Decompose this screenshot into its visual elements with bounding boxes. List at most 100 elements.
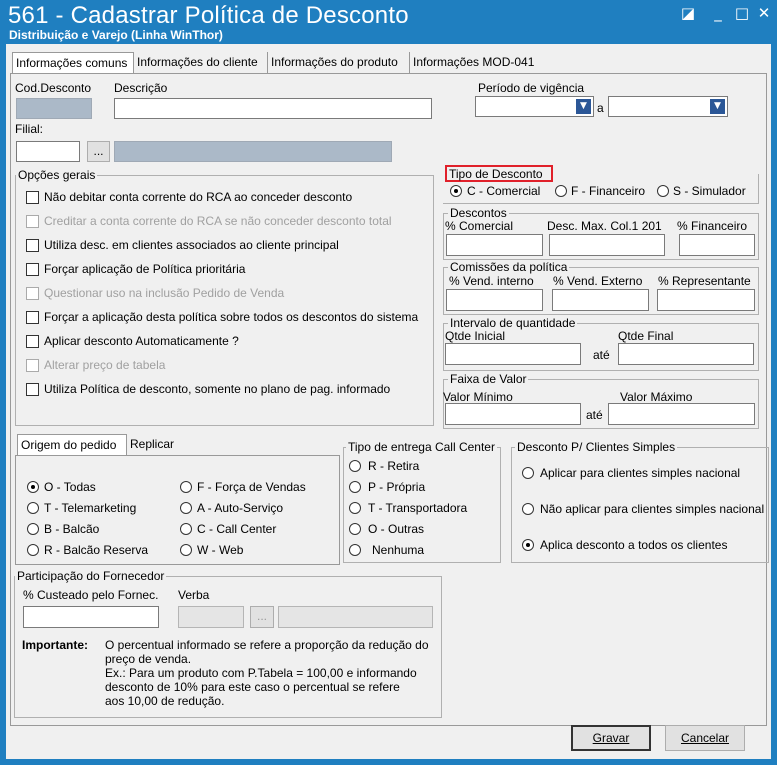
tab-informacoes-mod041[interactable]: Informações MOD-041 — [410, 52, 540, 74]
vend-externo-field[interactable] — [552, 289, 649, 311]
radio-simples-aplicar[interactable] — [522, 467, 534, 479]
verba-description-field — [278, 606, 433, 628]
simples-title: Desconto P/ Clientes Simples — [515, 440, 678, 454]
radio-entrega-retira[interactable] — [349, 460, 361, 472]
note-line: desconto de 10% para este caso o percent… — [105, 680, 400, 694]
tab-origem-pedido[interactable]: Origem do pedido — [17, 434, 127, 456]
entrega-label: P - Própria — [368, 480, 426, 494]
checkbox-nao-debitar[interactable] — [26, 191, 39, 204]
note-line: Ex.: Para um produto com P.Tabela = 100,… — [105, 666, 417, 680]
verba-field — [178, 606, 244, 628]
intervalo-title: Intervalo de quantidade — [448, 316, 578, 330]
descricao-field[interactable] — [114, 98, 432, 119]
filial-lookup-button[interactable]: ... — [87, 141, 110, 162]
filial-label: Filial: — [15, 122, 44, 136]
financeiro-field[interactable] — [679, 234, 755, 256]
chevron-down-icon[interactable]: ▼ — [710, 99, 725, 114]
gravar-button[interactable]: Gravar — [571, 725, 651, 751]
radio-origem-forca-vendas[interactable] — [180, 481, 192, 493]
radio-origem-balcao-reserva[interactable] — [27, 544, 39, 556]
origem-label: C - Call Center — [197, 522, 277, 536]
checkbox-aplicar-automaticamente[interactable] — [26, 335, 39, 348]
restore-icon[interactable]: ◪ — [676, 4, 700, 22]
valor-maximo-field[interactable] — [608, 403, 755, 425]
main-tabs: Informações comuns Informações do client… — [12, 52, 762, 74]
cancelar-button[interactable]: Cancelar — [665, 725, 745, 751]
checkbox-forcar-aplicacao[interactable] — [26, 311, 39, 324]
entrega-label: O - Outras — [368, 522, 425, 536]
opcao-label: Utiliza Política de desconto, somente no… — [44, 382, 391, 396]
radio-origem-auto-servico[interactable] — [180, 502, 192, 514]
radio-origem-balcao[interactable] — [27, 523, 39, 535]
note-line: aos 10,00 de redução. — [105, 694, 225, 708]
checkbox-clientes-associados[interactable] — [26, 239, 39, 252]
main-window: 561 - Cadastrar Política de Desconto Dis… — [0, 0, 777, 765]
opcao-label: Forçar a aplicação desta política sobre … — [44, 310, 419, 324]
opcao-label: Utiliza desc. em clientes associados ao … — [44, 238, 339, 252]
vend-interno-field[interactable] — [446, 289, 543, 311]
close-button[interactable]: ✕ — [752, 4, 776, 22]
radio-simulador[interactable] — [657, 185, 669, 197]
radio-entrega-outras[interactable] — [349, 523, 361, 535]
minimize-button[interactable]: _ — [706, 4, 730, 22]
entrega-label: R - Retira — [368, 459, 420, 473]
radio-comercial[interactable] — [450, 185, 462, 197]
custeado-field[interactable] — [23, 606, 159, 628]
periodo-inicio-combo[interactable]: ▼ — [475, 96, 594, 117]
representante-label: % Representante — [658, 274, 751, 288]
periodo-label: Período de vigência — [478, 81, 585, 95]
opcao-label: Creditar a conta corrente do RCA se não … — [44, 214, 392, 228]
qtde-inicial-field[interactable] — [445, 343, 581, 365]
entrega-label: Nenhuma — [372, 543, 425, 557]
filial-field[interactable] — [16, 141, 80, 162]
window-title: 561 - Cadastrar Política de Desconto — [8, 2, 409, 29]
qtde-final-field[interactable] — [618, 343, 754, 365]
vend-externo-label: % Vend. Externo — [553, 274, 643, 288]
faixa-valor-title: Faixa de Valor — [448, 372, 529, 386]
custeado-label: % Custeado pelo Fornec. — [23, 588, 159, 602]
radio-entrega-propria[interactable] — [349, 481, 361, 493]
radio-entrega-transportadora[interactable] — [349, 502, 361, 514]
valor-minimo-field[interactable] — [445, 403, 581, 425]
qtde-final-label: Qtde Final — [618, 329, 674, 343]
checkbox-politica-prioritaria[interactable] — [26, 263, 39, 276]
radio-simulador-label: S - Simulador — [673, 184, 746, 198]
chevron-down-icon[interactable]: ▼ — [576, 99, 591, 114]
desc-max-label: Desc. Max. Col.1 201 — [547, 219, 662, 233]
checkbox-plano-pagamento[interactable] — [26, 383, 39, 396]
entrega-title: Tipo de entrega Call Center — [346, 440, 497, 454]
entrega-label: T - Transportadora — [368, 501, 468, 515]
radio-financeiro[interactable] — [555, 185, 567, 197]
tipo-desconto-title: Tipo de Desconto — [449, 167, 543, 181]
radio-origem-telemarketing[interactable] — [27, 502, 39, 514]
desc-max-field[interactable] — [549, 234, 665, 256]
comercial-label: % Comercial — [445, 219, 514, 233]
opcao-label: Questionar uso na inclusão Pedido de Ven… — [44, 286, 285, 300]
filial-description-field — [114, 141, 392, 162]
note-line: preço de venda. — [105, 652, 192, 666]
radio-entrega-nenhuma[interactable] — [349, 544, 361, 556]
radio-simples-nao-aplicar[interactable] — [522, 503, 534, 515]
tab-replicar[interactable]: Replicar — [127, 434, 197, 456]
tab-informacoes-comuns[interactable]: Informações comuns — [12, 52, 134, 74]
window-subtitle: Distribuição e Varejo (Linha WinThor) — [9, 28, 223, 42]
descricao-label: Descrição — [114, 81, 168, 95]
radio-origem-call-center[interactable] — [180, 523, 192, 535]
comercial-field[interactable] — [446, 234, 543, 256]
origem-label: W - Web — [197, 543, 244, 557]
radio-origem-todas[interactable] — [27, 481, 39, 493]
opcoes-gerais-title: Opções gerais — [16, 168, 98, 182]
cod-desconto-label: Cod.Desconto — [15, 81, 92, 95]
tab-informacoes-produto[interactable]: Informações do produto — [268, 52, 410, 74]
radio-simples-todos[interactable] — [522, 539, 534, 551]
maximize-button[interactable]: □ — [730, 4, 754, 22]
representante-field[interactable] — [657, 289, 755, 311]
verba-label: Verba — [178, 588, 210, 602]
valor-maximo-label: Valor Máximo — [620, 390, 693, 404]
origem-label: B - Balcão — [44, 522, 100, 536]
opcao-label: Alterar preço de tabela — [44, 358, 166, 372]
radio-origem-web[interactable] — [180, 544, 192, 556]
financeiro-label: % Financeiro — [677, 219, 748, 233]
periodo-fim-combo[interactable]: ▼ — [608, 96, 728, 117]
tab-informacoes-cliente[interactable]: Informações do cliente — [134, 52, 268, 74]
